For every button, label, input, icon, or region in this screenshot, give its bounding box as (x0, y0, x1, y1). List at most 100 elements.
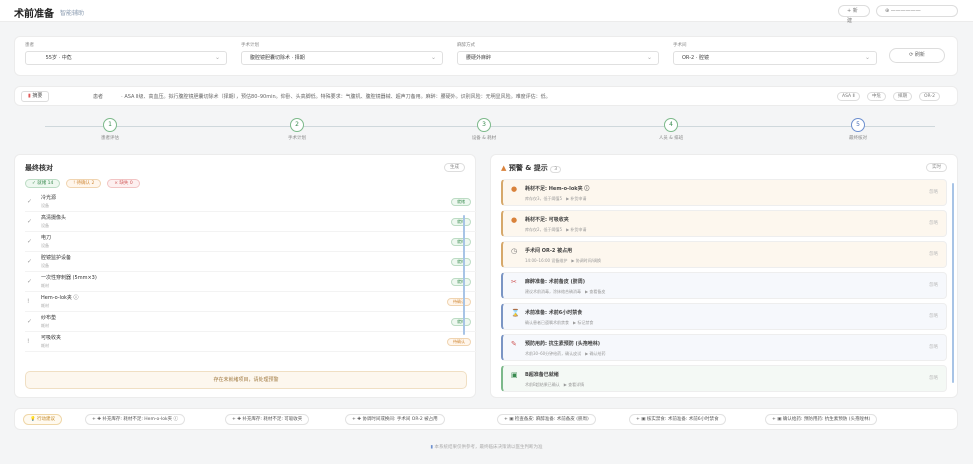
step-patient-assessment[interactable]: 1 患者评估 (50, 118, 170, 141)
item-category: 设备 (41, 263, 49, 268)
page-subtitle: 智能辅助 (60, 10, 85, 17)
dismiss-button[interactable]: 忽略 (929, 375, 938, 381)
user-menu-button[interactable]: ⊕ —————— (876, 5, 958, 17)
step-staff[interactable]: 4 人员 & 排班 (611, 118, 731, 141)
item-name: 冷光源 (41, 195, 57, 201)
pending-notice[interactable]: 存在未就绪项目，请处理预警 (25, 371, 467, 389)
surgery-plan-label: 手术计划 (241, 43, 259, 48)
action-chip[interactable]: + ✚ 协调时间或换间: 手术间 OR-2 被占用 (345, 414, 445, 425)
action-chip[interactable]: + ✚ 补充库存: 耗材不足: Hem-o-lok夹 ⓘ (85, 414, 186, 425)
checklist-scrollbar[interactable] (463, 215, 465, 335)
or-room-value: OR-2 · 腔镜 (682, 55, 709, 61)
item-name: 高清摄像头 (41, 215, 67, 221)
alert-card[interactable]: ✎ 预防用药: 抗生素预防 (头孢唑林) 术前30–60分钟给药，确认皮试 ▶ … (501, 334, 947, 361)
list-item[interactable]: ✓ 腔镜监护设备 设备 就绪 (25, 252, 477, 272)
anesthesia-select[interactable]: 腰硬外麻醉 ⌄ (457, 51, 659, 65)
new-button[interactable]: + 新建 (838, 5, 870, 24)
list-item[interactable]: ✓ 高清摄像头 设备 就绪 (25, 212, 477, 232)
summary-chip: OR-2 (919, 92, 940, 101)
pill-icon: ✎ (511, 340, 517, 348)
alert-card[interactable]: ✂ 麻醉准备: 术前备皮 (脐周) 建议术前消毒，涂抹络合碘消毒 ▶ 查看备皮 … (501, 272, 947, 299)
action-chip[interactable]: + ▣ 确认给药: 预防用药: 抗生素预防 (头孢唑林) (765, 414, 878, 425)
step-number: 4 (664, 118, 678, 132)
chevron-down-icon: ⌄ (214, 54, 220, 61)
generate-button[interactable]: 生成 (444, 163, 465, 172)
action-chip[interactable]: + ▣ 核实禁食: 术前准备: 术前6小时禁食 (629, 414, 726, 425)
list-item[interactable]: ✓ 一次性穿刺器 (5mm×3) 耗材 就绪 (25, 272, 477, 292)
alert-desc: 确认患者已遵嘱术前禁食 ▶ 标记禁食 (525, 320, 594, 325)
list-item[interactable]: ! Hem-o-lok夹 ⓘ 耗材 待确认 (25, 292, 477, 312)
item-category: 耗材 (41, 323, 49, 328)
list-item[interactable]: ✓ 电刀 设备 就绪 (25, 232, 477, 252)
list-item[interactable]: ✓ 冷光源 设备 就绪 (25, 192, 477, 212)
patient-select[interactable]: 55岁 · 中危 ⌄ (25, 51, 227, 65)
status-badge: 就绪 (451, 278, 471, 286)
summary-text: 患者 · ASA Ⅱ级、高血压。拟行腹腔镜胆囊切除术（择期），预估80–90mi… (93, 94, 551, 100)
dismiss-button[interactable]: 忽略 (929, 344, 938, 350)
list-item[interactable]: ! 可吸收夹 耗材 待确认 (25, 332, 477, 352)
alert-desc: 建议术前消毒，涂抹络合碘消毒 ▶ 查看备皮 (525, 289, 606, 294)
summary-tag: ▮ 摘要 (21, 91, 50, 102)
status-badge: 就绪 (451, 198, 471, 206)
action-chip[interactable]: + ▣ 检查备皮: 麻醉准备: 术前备皮 (脐周) (497, 414, 596, 425)
item-category: 设备 (41, 203, 49, 208)
check-mark: ✓ (27, 198, 33, 205)
step-label: 手术计划 (288, 136, 306, 141)
case-selector-card: 患者 55岁 · 中危 ⌄ 手术计划 腹腔镜胆囊切除术 · 择期 ⌄ 麻醉方式 … (14, 36, 958, 76)
alert-card[interactable]: ● 耗材不足: Hem-o-lok夹 ⓘ 库存仅3，低于阈值5 ▶ 补货申请 忽… (501, 179, 947, 206)
step-equipment[interactable]: 3 设备 & 耗材 (424, 118, 544, 141)
alert-dot-icon: ● (511, 216, 518, 224)
dismiss-button[interactable]: 忽略 (929, 220, 938, 226)
chevron-down-icon: ⌄ (864, 54, 870, 61)
alert-card[interactable]: ● 耗材不足: 可吸收夹 库存仅2，低于阈值5 ▶ 补货申请 忽略 (501, 210, 947, 237)
step-number: 5 (851, 118, 865, 132)
filter-missing[interactable]: × 缺失 0 (107, 179, 140, 188)
alert-desc: 术前30–60分钟给药，确认皮试 ▶ 确认给药 (525, 351, 606, 356)
dismiss-button[interactable]: 忽略 (929, 189, 938, 195)
alert-desc: 术前B超结果已确认 ▶ 查看详情 (525, 382, 585, 387)
item-name: Hem-o-lok夹 ⓘ (41, 295, 79, 301)
footer-disclaimer: ▮ 本系统结果仅供参考，最终临床决策请以医生判断为准 (0, 444, 973, 450)
check-mark: ✓ (27, 318, 33, 325)
summary-tag-label: 摘要 (32, 93, 43, 99)
scissors-icon: ✂ (511, 278, 517, 286)
alert-desc: 库存仅3，低于阈值5 ▶ 补货申请 (525, 196, 587, 201)
chevron-down-icon: ⌄ (646, 54, 652, 61)
alert-card[interactable]: ◷ 手术间 OR-2 被占用 14:00–16:00 设备维护 ▶ 协调时间/调… (501, 241, 947, 268)
step-number: 1 (103, 118, 117, 132)
summary-chip: 中危 (867, 92, 886, 101)
status-badge: 待确认 (447, 298, 471, 306)
or-room-select[interactable]: OR-2 · 腔镜 ⌄ (673, 51, 877, 65)
filter-pending[interactable]: ! 待确认 2 (66, 179, 102, 188)
status-badge: 待确认 (447, 338, 471, 346)
surgery-plan-select[interactable]: 腹腔镜胆囊切除术 · 择期 ⌄ (241, 51, 443, 65)
alert-list: ● 耗材不足: Hem-o-lok夹 ⓘ 库存仅3，低于阈值5 ▶ 补货申请 忽… (501, 179, 947, 393)
list-item[interactable]: ✓ 纱布垫 耗材 就绪 (25, 312, 477, 332)
dismiss-button[interactable]: 忽略 (929, 251, 938, 257)
status-badge: 就绪 (451, 258, 471, 266)
filter-chips: ✓ 就绪 14 ! 待确认 2 × 缺失 0 (25, 179, 144, 188)
hourglass-icon: ⌛ (511, 309, 520, 317)
alert-title: 耗材不足: 可吸收夹 (525, 217, 569, 223)
alert-card[interactable]: ▣ B超准备已就绪 术前B超结果已确认 ▶ 查看详情 忽略 (501, 365, 947, 392)
footer-text: 本系统结果仅供参考，最终临床决策请以医生判断为准 (434, 445, 543, 450)
status-badge: 就绪 (451, 318, 471, 326)
dismiss-button[interactable]: 忽略 (929, 313, 938, 319)
step-surgery-plan[interactable]: 2 手术计划 (237, 118, 357, 141)
warning-mark: ! (27, 298, 30, 305)
alerts-scrollbar[interactable] (952, 183, 954, 383)
refresh-button[interactable]: ⟳ 刷新 (889, 48, 945, 63)
step-label: 患者评估 (101, 136, 119, 141)
step-final-check[interactable]: 5 最终核对 (798, 118, 918, 141)
action-suggestions-bar: 💡 行动建议 + ✚ 补充库存: 耗材不足: Hem-o-lok夹 ⓘ + ✚ … (14, 408, 958, 430)
final-check-panel: 最终核对 生成 ✓ 就绪 14 ! 待确认 2 × 缺失 0 ✓ 冷光源 设备 … (14, 154, 477, 398)
alert-dot-icon: ● (511, 185, 518, 193)
alert-card[interactable]: ⌛ 术前准备: 术前6小时禁食 确认患者已遵嘱术前禁食 ▶ 标记禁食 忽略 (501, 303, 947, 330)
action-chip[interactable]: + ✚ 补充库存: 耗材不足: 可吸收夹 (225, 414, 310, 425)
dismiss-button[interactable]: 忽略 (929, 282, 938, 288)
alert-title: 预防用药: 抗生素预防 (头孢唑林) (525, 341, 601, 347)
panel-title: ▲ 预警 & 提示 3 (501, 163, 562, 173)
anesthesia-value: 腰硬外麻醉 (466, 55, 492, 61)
step-number: 2 (290, 118, 304, 132)
filter-ready[interactable]: ✓ 就绪 14 (25, 179, 61, 188)
